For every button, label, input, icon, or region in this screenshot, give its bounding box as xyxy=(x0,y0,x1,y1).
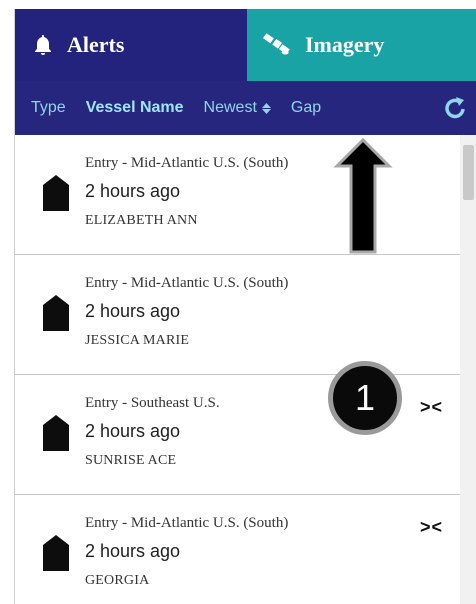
alert-row[interactable]: Entry - Mid-Atlantic U.S. (South) 2 hour… xyxy=(15,495,460,604)
gap-icon[interactable]: >< xyxy=(420,397,443,418)
sort-arrows-icon xyxy=(261,102,271,114)
alert-vessel-name: JESSICA MARIE xyxy=(85,333,190,348)
satellite-icon xyxy=(263,33,290,55)
tab-alerts-label: Alerts xyxy=(67,32,125,57)
alert-time: 2 hours ago xyxy=(85,301,181,321)
scroll-thumb[interactable] xyxy=(463,145,474,200)
gap-icon[interactable]: >< xyxy=(420,517,443,538)
filter-gap[interactable]: Gap xyxy=(291,99,321,117)
callout-number: 1 xyxy=(354,377,376,418)
alert-row[interactable]: Entry - Mid-Atlantic U.S. (South) 2 hour… xyxy=(15,135,460,255)
alert-vessel-name: SUNRISE ACE xyxy=(85,453,177,468)
alert-time: 2 hours ago xyxy=(85,541,181,561)
alert-time: 2 hours ago xyxy=(85,181,181,201)
alerts-panel: Alerts Imagery Type Vessel Name Newest G… xyxy=(14,9,476,604)
tab-imagery[interactable]: Imagery xyxy=(247,9,476,81)
refresh-icon[interactable] xyxy=(443,95,467,126)
vessel-icon xyxy=(43,415,69,451)
alert-time: 2 hours ago xyxy=(85,421,181,441)
tab-bar: Alerts Imagery xyxy=(15,9,476,81)
alert-event: Entry - Southeast U.S. xyxy=(85,395,220,411)
filter-type[interactable]: Type xyxy=(31,99,66,117)
alert-vessel-name: ELIZABETH ANN xyxy=(85,213,198,228)
tab-imagery-label: Imagery xyxy=(305,32,385,57)
alert-list: Entry - Mid-Atlantic U.S. (South) 2 hour… xyxy=(15,135,460,604)
bell-icon xyxy=(35,35,51,55)
callout-badge: 1 xyxy=(328,361,402,435)
vessel-icon xyxy=(43,535,69,571)
vessel-icon xyxy=(43,175,69,211)
alert-event: Entry - Mid-Atlantic U.S. (South) xyxy=(85,515,289,531)
alert-row[interactable]: Entry - Mid-Atlantic U.S. (South) 2 hour… xyxy=(15,255,460,375)
tab-alerts[interactable]: Alerts xyxy=(15,9,247,81)
alert-event: Entry - Mid-Atlantic U.S. (South) xyxy=(85,275,289,291)
scrollbar[interactable] xyxy=(460,135,476,604)
sort-newest-label: Newest xyxy=(203,99,257,116)
vessel-icon xyxy=(43,295,69,331)
callout-arrow-icon xyxy=(333,137,393,254)
alert-vessel-name: GEORGIA xyxy=(85,573,150,588)
alert-event: Entry - Mid-Atlantic U.S. (South) xyxy=(85,155,289,171)
filter-bar: Type Vessel Name Newest Gap xyxy=(15,81,476,135)
filter-vessel-name[interactable]: Vessel Name xyxy=(86,99,184,117)
sort-newest[interactable]: Newest xyxy=(204,99,271,117)
